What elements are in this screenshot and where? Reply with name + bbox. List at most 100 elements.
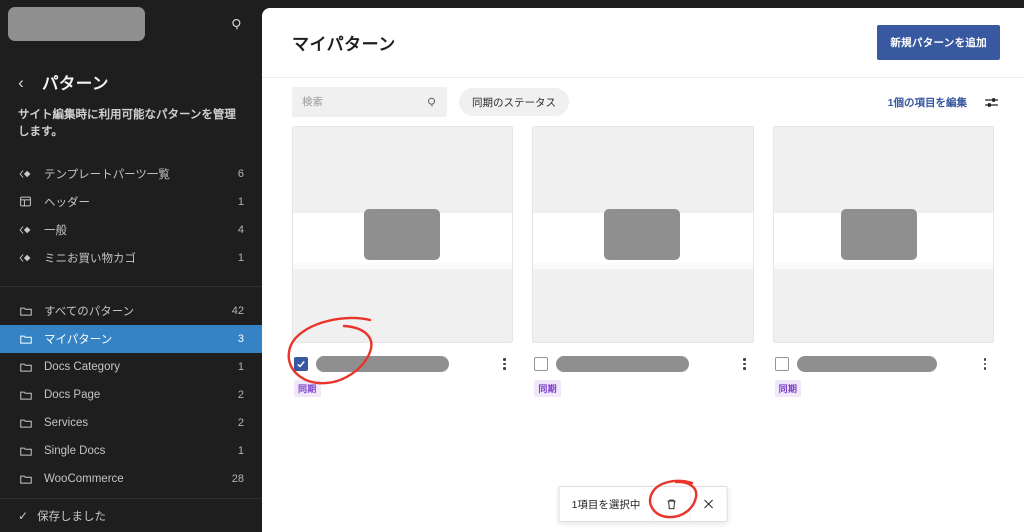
preview-content-redacted	[364, 209, 440, 260]
sidebar-item-header[interactable]: ヘッダー 1	[0, 188, 262, 216]
sliders-filter-icon[interactable]	[983, 94, 1000, 111]
content-toolbar: 同期のステータス 1個の項目を編集	[262, 78, 1024, 126]
sync-badge: 同期	[534, 380, 561, 397]
sidebar-item-label: すべてのパターン	[44, 305, 135, 318]
main-page-title: マイパターン	[292, 35, 396, 54]
selection-count-label: 1項目を選択中	[571, 498, 641, 511]
pattern-title-redacted	[316, 356, 449, 372]
app-root: ‹ パターン サイト編集時に利用可能なパターンを管理します。 テンプレートパーツ…	[0, 0, 1024, 532]
sidebar-item-single-docs[interactable]: Single Docs 1	[0, 437, 262, 465]
sync-badge: 同期	[774, 380, 802, 397]
sidebar-item-docs-category[interactable]: Docs Category 1	[0, 353, 262, 381]
sidebar-item-count: 1	[237, 444, 244, 457]
sidebar-item-count: 1	[237, 195, 244, 208]
sidebar-group-template-parts: テンプレートパーツ一覧 6 ヘッダー 1 一般 4 ミニお買い物カゴ 1	[0, 160, 262, 272]
main-wrapper: マイパターン 新規パターンを追加 同期のステータス 1個の項目を編集	[262, 0, 1024, 532]
pattern-title-redacted	[796, 356, 937, 372]
symbol-filter-icon	[18, 166, 33, 181]
selection-toolbar: 1項目を選択中	[558, 486, 728, 522]
search-input[interactable]	[302, 96, 420, 108]
pattern-title-redacted	[556, 356, 690, 372]
symbol-filter-icon	[18, 250, 33, 265]
sidebar-item-label: Docs Page	[44, 388, 101, 401]
sidebar-item-count: 42	[231, 304, 244, 317]
sidebar-top-bar	[0, 0, 262, 48]
sidebar-item-count: 3	[237, 332, 244, 345]
main-panel: マイパターン 新規パターンを追加 同期のステータス 1個の項目を編集	[262, 8, 1024, 532]
pattern-select-checkbox[interactable]	[294, 357, 308, 371]
sidebar-item-count: 6	[237, 167, 244, 180]
pattern-select-checkbox[interactable]	[534, 357, 549, 371]
back-chevron-icon[interactable]: ‹	[14, 74, 28, 91]
sidebar-nav-header: ‹ パターン	[0, 48, 262, 94]
sidebar-item-label: WooCommerce	[44, 472, 124, 485]
sidebar-item-count: 28	[231, 472, 244, 485]
sidebar-group-categories: すべてのパターン 42 マイパターン 3 Docs Category 1 Doc…	[0, 297, 262, 493]
page-title: パターン	[42, 75, 109, 93]
edit-items-link[interactable]: 1個の項目を編集	[888, 95, 967, 110]
sidebar-item-label: ミニお買い物カゴ	[44, 252, 136, 265]
sync-badge: 同期	[294, 380, 321, 397]
sidebar-item-count: 2	[237, 416, 244, 429]
sidebar-divider	[0, 285, 262, 287]
save-status: ✓ 保存しました	[0, 498, 262, 532]
sidebar-item-general[interactable]: 一般 4	[0, 216, 262, 244]
kebab-menu-icon[interactable]	[978, 356, 994, 372]
pattern-preview[interactable]	[532, 126, 754, 343]
sidebar-item-label: Single Docs	[44, 444, 106, 457]
search-icon[interactable]	[426, 96, 439, 109]
sidebar-item-count: 2	[237, 388, 244, 401]
preview-content-redacted	[840, 209, 917, 260]
add-new-pattern-button[interactable]: 新規パターンを追加	[877, 25, 1000, 60]
sidebar: ‹ パターン サイト編集時に利用可能なパターンを管理します。 テンプレートパーツ…	[0, 0, 262, 532]
sidebar-item-mini-cart[interactable]: ミニお買い物カゴ 1	[0, 244, 262, 272]
folder-icon	[18, 387, 33, 402]
preview-band-secondary	[533, 263, 753, 269]
sidebar-item-services[interactable]: Services 2	[0, 409, 262, 437]
site-title-redacted	[8, 7, 145, 41]
symbol-filter-icon	[18, 222, 33, 237]
pattern-card[interactable]: 同期	[772, 126, 994, 397]
toolbar-right-group: 1個の項目を編集	[888, 94, 1000, 111]
pattern-grid: 同期 同期 同期	[262, 126, 1024, 397]
sidebar-description: サイト編集時に利用可能なパターンを管理します。	[18, 109, 236, 139]
sidebar-item-woocommerce[interactable]: WooCommerce 28	[0, 465, 262, 493]
sidebar-item-label: Docs Category	[44, 360, 121, 373]
search-field[interactable]	[292, 87, 447, 117]
sidebar-item-count: 1	[237, 251, 244, 264]
folder-icon	[18, 359, 33, 374]
folder-icon	[18, 471, 33, 486]
header-layout-icon	[18, 194, 33, 209]
delete-selected-button[interactable]	[653, 486, 689, 522]
checkmark-icon: ✓	[18, 508, 29, 523]
pattern-preview[interactable]	[772, 126, 994, 343]
folder-icon	[18, 415, 33, 430]
sidebar-item-label: ヘッダー	[44, 196, 90, 209]
sidebar-item-label: マイパターン	[44, 333, 113, 346]
pattern-card-footer	[773, 356, 994, 372]
pattern-card-footer	[292, 356, 513, 372]
kebab-menu-icon[interactable]	[738, 356, 754, 372]
preview-content-redacted	[604, 209, 681, 260]
kebab-menu-icon[interactable]	[497, 356, 513, 372]
folder-icon	[18, 331, 33, 346]
sidebar-item-count: 4	[237, 223, 244, 236]
sidebar-item-docs-page[interactable]: Docs Page 2	[0, 381, 262, 409]
close-selection-button[interactable]	[690, 486, 726, 522]
sidebar-item-label: Services	[44, 416, 89, 429]
pattern-preview[interactable]	[292, 126, 514, 343]
sidebar-item-template-parts[interactable]: テンプレートパーツ一覧 6	[0, 160, 262, 188]
sidebar-item-count: 1	[237, 360, 244, 373]
main-header: マイパターン 新規パターンを追加	[262, 8, 1024, 78]
folder-icon	[18, 303, 33, 318]
search-icon[interactable]	[224, 11, 250, 37]
pattern-card-footer	[532, 356, 753, 372]
preview-band-secondary	[773, 263, 993, 269]
save-status-label: 保存しました	[37, 510, 107, 523]
pattern-card[interactable]: 同期	[532, 126, 754, 397]
pattern-select-checkbox[interactable]	[774, 357, 789, 371]
sidebar-item-my-patterns[interactable]: マイパターン 3	[0, 324, 262, 353]
sidebar-item-all-patterns[interactable]: すべてのパターン 42	[0, 297, 262, 325]
sync-status-filter-chip[interactable]: 同期のステータス	[459, 88, 569, 116]
pattern-card[interactable]: 同期	[292, 126, 514, 397]
